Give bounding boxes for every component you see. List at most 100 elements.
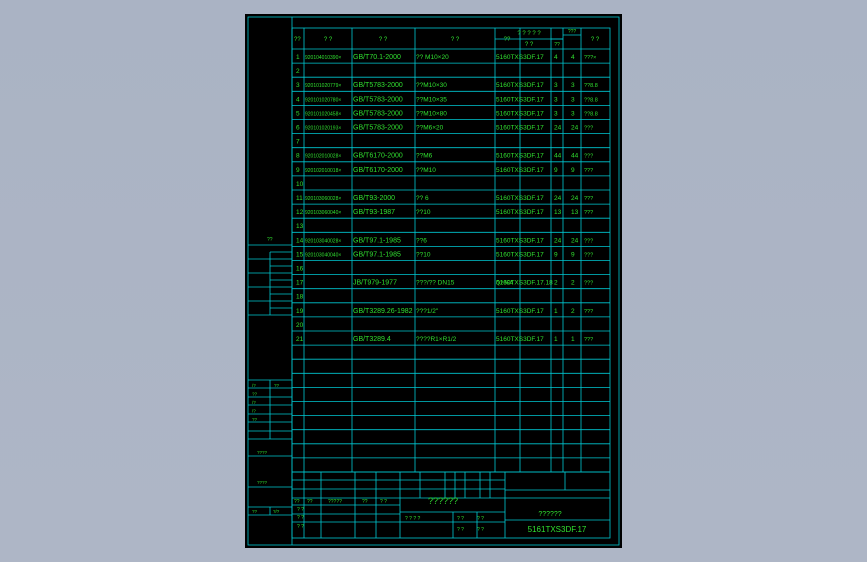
- row-qty-1: 24: [554, 125, 562, 132]
- row-qty-2: 44: [571, 153, 579, 160]
- row-code: 920102010018×: [305, 168, 341, 174]
- left-sign-label: ??: [252, 509, 258, 514]
- row-standard: GB/T97.1-1985: [353, 251, 401, 258]
- title-main: ??????: [428, 496, 458, 506]
- title-name-small: ??????: [538, 511, 561, 518]
- row-note: ???: [584, 337, 593, 343]
- row-number: 13: [296, 223, 304, 230]
- row-standard: GB/T93-2000: [353, 195, 395, 202]
- row-standard: GB/T6170-2000: [353, 153, 403, 160]
- row-name: ??M6: [416, 153, 433, 160]
- row-assembly: 5160TXS3DF.17: [496, 308, 544, 315]
- row-qty-2: 3: [571, 82, 575, 89]
- left-mid-label: /?: [252, 383, 256, 388]
- row-name: ??M10×80: [416, 110, 447, 117]
- row-name: ???/?? DN15: [416, 280, 455, 287]
- row-note: ???: [584, 168, 593, 174]
- title-sub-label: ? ?: [457, 516, 464, 522]
- row-number: 18: [296, 294, 304, 301]
- row-code: 920102010028×: [305, 154, 341, 160]
- row-number: 11: [296, 195, 303, 202]
- row-assembly: 5160TXS3DF.17: [496, 209, 544, 216]
- row-number: 17: [296, 280, 304, 287]
- row-qty-2: 4: [571, 54, 575, 61]
- row-number: 12: [296, 209, 304, 216]
- row-qty-2: 24: [571, 195, 579, 202]
- row-number: 20: [296, 322, 304, 329]
- row-note: ???: [584, 126, 593, 132]
- row-qty-1: 9: [554, 167, 558, 174]
- header-material-label: ??: [504, 37, 511, 43]
- row-standard: JB/T979-1977: [353, 280, 397, 287]
- left-bottom-label: ????: [257, 480, 268, 485]
- row-name: ??10: [416, 209, 431, 216]
- row-number: 7: [296, 139, 300, 146]
- title-sub-label: ? ?: [477, 516, 484, 522]
- header-std-label: ? ?: [379, 37, 388, 43]
- row-note: ??8.8: [584, 83, 598, 89]
- row-number: 5: [296, 110, 300, 117]
- row-qty-1: 3: [554, 96, 558, 103]
- row-number: 14: [296, 237, 304, 244]
- row-qty-1: 9: [554, 251, 558, 258]
- row-code: 920101020458×: [305, 111, 341, 117]
- row-qty-1: 24: [554, 237, 562, 244]
- row-standard: GB/T70.1-2000: [353, 54, 401, 61]
- row-standard: GB/T5783-2000: [353, 125, 403, 132]
- row-name: ??10: [416, 251, 431, 258]
- row-standard: GB/T3289.26-1982: [353, 308, 413, 315]
- row-standard: GB/T5783-2000: [353, 96, 403, 103]
- row-note: ???: [584, 238, 593, 244]
- row-name: ?? M10×20: [416, 54, 449, 61]
- row-assembly: 5160TXS3DF.17: [496, 237, 544, 244]
- row-name: ??6: [416, 237, 427, 244]
- row-note: ???: [584, 252, 593, 258]
- row-assembly: 5160TXS3DF.17: [496, 125, 544, 132]
- row-number: 6: [296, 125, 300, 132]
- title-r1-label: ??: [362, 499, 368, 505]
- row-qty-2: 2: [571, 280, 575, 287]
- header-name-label: ? ?: [451, 37, 460, 43]
- row-qty-1: 4: [554, 54, 558, 61]
- row-name: ??M10×35: [416, 96, 447, 103]
- row-standard: GB/T6170-2000: [353, 167, 403, 174]
- row-code: 920103040028×: [305, 238, 341, 244]
- title-sub-label: ? ? ? ?: [405, 516, 421, 522]
- header-code-label: ? ?: [324, 37, 333, 43]
- row-number: 8: [296, 153, 300, 160]
- row-code: 920104010390×: [305, 55, 341, 61]
- title-drawing-code: 5161TXS3DF.17: [528, 525, 587, 534]
- left-mid-label-2: ??: [274, 383, 280, 388]
- row-name: ???1/2": [416, 308, 439, 315]
- row-name: ?? 6: [416, 195, 429, 202]
- row-qty-2: 13: [571, 209, 579, 216]
- row-assembly: 5160TXS3DF.17: [496, 82, 544, 89]
- row-assembly: 5160TXS3DF.17: [496, 195, 544, 202]
- title-sub-label: ? ?: [477, 527, 484, 533]
- left-sign-label: ?/?: [273, 509, 280, 514]
- row-note: ???: [584, 196, 593, 202]
- row-name: ??M10×30: [416, 82, 447, 89]
- row-assembly: 5160TXS3DF.17: [496, 251, 544, 258]
- row-code: 920103040040×: [305, 252, 341, 258]
- row-note: ???: [584, 154, 593, 160]
- row-qty-2: 9: [571, 167, 575, 174]
- header-note-label: ? ?: [591, 37, 600, 43]
- row-qty-2: 24: [571, 237, 579, 244]
- row-assembly: 5160TXS3DF.17: [496, 336, 544, 343]
- row-qty-2: 2: [571, 308, 575, 315]
- row-standard: GB/T3289.4: [353, 336, 391, 343]
- row-code: 920101020779×: [305, 83, 341, 89]
- row-number: 2: [296, 68, 300, 75]
- row-code: 920101020193×: [305, 126, 341, 132]
- row-number: 9: [296, 167, 300, 174]
- title-r4-label: ? ?: [297, 524, 304, 530]
- row-number: 1: [296, 54, 300, 61]
- row-note: ???: [584, 309, 593, 315]
- row-standard: GB/T93-1987: [353, 209, 395, 216]
- left-mid-label: ??: [252, 417, 258, 422]
- row-name: ??M6×20: [416, 125, 444, 132]
- header-qty-label: ???: [568, 29, 577, 35]
- row-number: 19: [296, 308, 304, 315]
- row-number: 3: [296, 82, 300, 89]
